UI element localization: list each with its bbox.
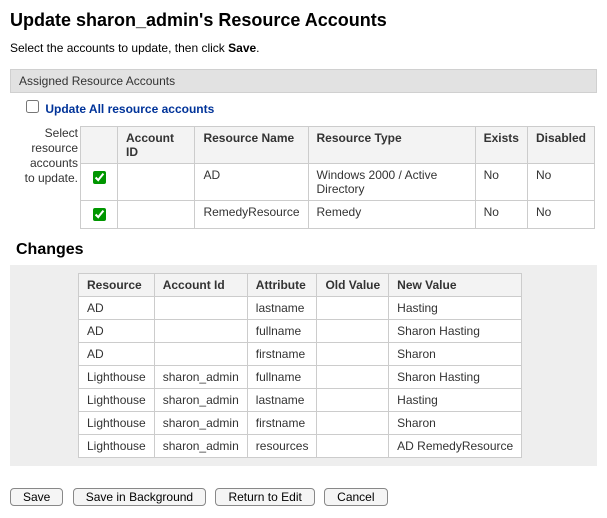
table-row: Lighthousesharon_adminlastname Hasting	[79, 389, 522, 412]
change-old-value-cell	[317, 435, 389, 458]
change-attribute-cell: lastname	[247, 389, 317, 412]
change-attribute-cell: fullname	[247, 320, 317, 343]
accounts-th-resource-name: Resource Name	[195, 127, 308, 164]
change-resource-cell: Lighthouse	[79, 412, 155, 435]
accounts-table: Account ID Resource Name Resource Type E…	[80, 126, 595, 229]
change-attribute-cell: fullname	[247, 366, 317, 389]
change-attribute-cell: firstname	[247, 343, 317, 366]
cancel-button[interactable]: Cancel	[324, 488, 387, 506]
change-resource-cell: AD	[79, 297, 155, 320]
change-account-id-cell: sharon_admin	[154, 412, 247, 435]
change-new-value-cell: Hasting	[389, 389, 522, 412]
change-resource-cell: AD	[79, 343, 155, 366]
change-resource-cell: Lighthouse	[79, 435, 155, 458]
accounts-th-resource-type: Resource Type	[308, 127, 475, 164]
change-account-id-cell: sharon_admin	[154, 435, 247, 458]
table-row: AD firstname Sharon	[79, 343, 522, 366]
change-resource-cell: Lighthouse	[79, 389, 155, 412]
select-accounts-label: Select resource accounts to update.	[18, 126, 78, 186]
accounts-th-disabled: Disabled	[527, 127, 594, 164]
account-id-cell	[118, 201, 195, 229]
changes-th-resource: Resource	[79, 274, 155, 297]
update-all-checkbox[interactable]	[26, 100, 39, 113]
accounts-th-exists: Exists	[475, 127, 527, 164]
account-row-checkbox[interactable]	[93, 208, 106, 221]
resource-type-cell: Windows 2000 / Active Directory	[308, 164, 475, 201]
change-old-value-cell	[317, 320, 389, 343]
change-new-value-cell: Hasting	[389, 297, 522, 320]
table-row: Lighthousesharon_adminresources AD Remed…	[79, 435, 522, 458]
disabled-cell: No	[527, 164, 594, 201]
change-new-value-cell: Sharon	[389, 343, 522, 366]
change-old-value-cell	[317, 297, 389, 320]
change-old-value-cell	[317, 412, 389, 435]
change-old-value-cell	[317, 366, 389, 389]
disabled-cell: No	[527, 201, 594, 229]
instruction-bold: Save	[228, 41, 256, 55]
change-attribute-cell: firstname	[247, 412, 317, 435]
return-to-edit-button[interactable]: Return to Edit	[215, 488, 314, 506]
save-in-background-button[interactable]: Save in Background	[73, 488, 206, 506]
change-resource-cell: Lighthouse	[79, 366, 155, 389]
accounts-th-account-id: Account ID	[118, 127, 195, 164]
table-row: Lighthousesharon_adminfirstname Sharon	[79, 412, 522, 435]
table-row: RemedyResourceRemedyNoNo	[81, 201, 595, 229]
table-row: ADWindows 2000 / Active DirectoryNoNo	[81, 164, 595, 201]
change-account-id-cell: sharon_admin	[154, 389, 247, 412]
change-resource-cell: AD	[79, 320, 155, 343]
page-title: Update sharon_admin's Resource Accounts	[10, 10, 597, 31]
exists-cell: No	[475, 201, 527, 229]
table-row: AD fullname Sharon Hasting	[79, 320, 522, 343]
change-new-value-cell: Sharon Hasting	[389, 366, 522, 389]
resource-name-cell: RemedyResource	[195, 201, 308, 229]
assigned-accounts-header: Assigned Resource Accounts	[10, 69, 597, 93]
account-row-checkbox[interactable]	[93, 171, 106, 184]
change-account-id-cell	[154, 320, 247, 343]
change-attribute-cell: lastname	[247, 297, 317, 320]
update-all-label[interactable]: Update All resource accounts	[45, 102, 214, 116]
resource-type-cell: Remedy	[308, 201, 475, 229]
instruction-text: Select the accounts to update, then clic…	[10, 41, 597, 55]
instruction-suffix: .	[256, 41, 259, 55]
exists-cell: No	[475, 164, 527, 201]
changes-th-new-value: New Value	[389, 274, 522, 297]
change-account-id-cell: sharon_admin	[154, 366, 247, 389]
account-id-cell	[118, 164, 195, 201]
change-new-value-cell: Sharon Hasting	[389, 320, 522, 343]
change-old-value-cell	[317, 389, 389, 412]
change-attribute-cell: resources	[247, 435, 317, 458]
change-old-value-cell	[317, 343, 389, 366]
change-new-value-cell: Sharon	[389, 412, 522, 435]
instruction-prefix: Select the accounts to update, then clic…	[10, 41, 228, 55]
changes-heading: Changes	[16, 241, 597, 259]
changes-th-old-value: Old Value	[317, 274, 389, 297]
change-account-id-cell	[154, 297, 247, 320]
table-row: Lighthousesharon_adminfullname Sharon Ha…	[79, 366, 522, 389]
table-row: AD lastname Hasting	[79, 297, 522, 320]
changes-th-account-id: Account Id	[154, 274, 247, 297]
changes-th-attribute: Attribute	[247, 274, 317, 297]
resource-name-cell: AD	[195, 164, 308, 201]
changes-table: Resource Account Id Attribute Old Value …	[78, 273, 522, 458]
save-button[interactable]: Save	[10, 488, 63, 506]
change-account-id-cell	[154, 343, 247, 366]
change-new-value-cell: AD RemedyResource	[389, 435, 522, 458]
